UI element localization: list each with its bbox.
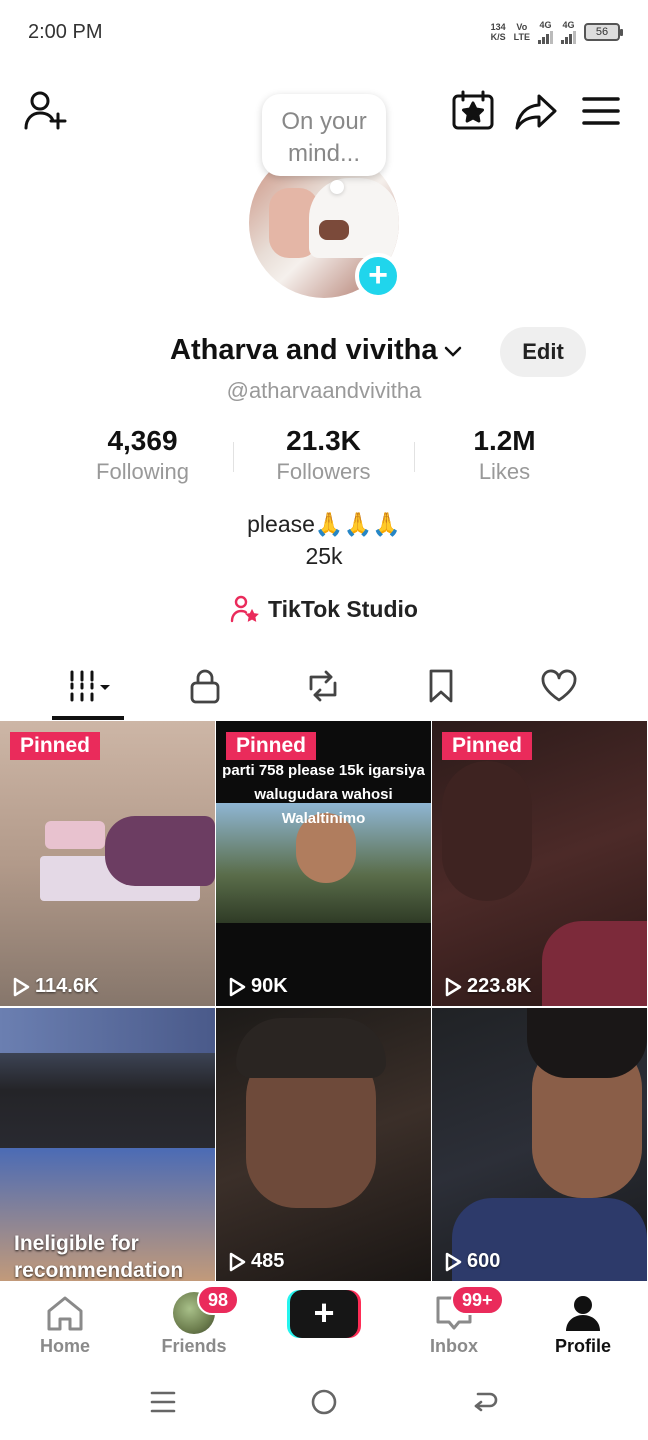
bio-line: 25k xyxy=(305,543,343,569)
status-icons: 134 K/S Vo LTE 4G 4G 56 xyxy=(490,20,623,44)
bio-line: please🙏🙏🙏 xyxy=(247,511,401,537)
tab-liked[interactable] xyxy=(529,664,589,708)
nav-profile[interactable]: Profile xyxy=(538,1291,628,1357)
pinned-badge: Pinned xyxy=(442,732,533,760)
videos-grid-icon xyxy=(70,670,110,702)
home-icon xyxy=(47,1296,83,1331)
play-icon xyxy=(445,1252,462,1271)
profile-tabs xyxy=(0,656,648,720)
nav-home[interactable]: Home xyxy=(20,1291,110,1357)
system-nav-bar xyxy=(0,1363,648,1440)
studio-icon xyxy=(230,595,259,623)
profile-name-text: Atharva and vivitha xyxy=(170,334,438,366)
active-tab-indicator xyxy=(52,716,124,720)
view-count: 600 xyxy=(444,1250,500,1273)
video-thumbnail[interactable]: Ineligible for recommendation xyxy=(0,1008,215,1281)
tab-reposts[interactable] xyxy=(293,664,353,708)
home-circle-icon[interactable] xyxy=(309,1387,339,1417)
person-plus-icon[interactable] xyxy=(22,88,68,134)
profile-stats: 4,369 Following 21.3K Followers 1.2M Lik… xyxy=(52,424,596,486)
thought-bubble[interactable]: On your mind... xyxy=(262,94,386,176)
signal-icon: 4G xyxy=(538,20,553,44)
video-thumbnail[interactable]: Pinned parti 758 please 15k igarsiya wal… xyxy=(216,721,431,1006)
play-icon xyxy=(229,1252,246,1271)
hamburger-menu-icon[interactable] xyxy=(578,88,624,134)
view-count: 223.8K xyxy=(444,975,532,998)
edit-profile-button[interactable]: Edit xyxy=(500,327,586,377)
pinned-badge: Pinned xyxy=(226,732,317,760)
view-count: 485 xyxy=(228,1250,284,1273)
tiktok-studio-link[interactable]: TikTok Studio xyxy=(0,594,648,624)
bio: please🙏🙏🙏 25k xyxy=(0,508,648,572)
volte-indicator: Vo LTE xyxy=(513,22,530,42)
heart-icon xyxy=(541,669,577,702)
stat-following[interactable]: 4,369 Following xyxy=(52,424,233,486)
play-icon xyxy=(445,977,462,996)
signal-icon: 4G xyxy=(561,20,576,44)
back-icon[interactable] xyxy=(470,1387,500,1417)
thought-bubble-tail xyxy=(330,180,344,194)
pinned-badge: Pinned xyxy=(10,732,101,760)
status-time: 2:00 PM xyxy=(28,21,103,43)
share-arrow-icon[interactable] xyxy=(513,88,559,134)
video-thumbnail[interactable]: 600 xyxy=(432,1008,647,1281)
status-bar: 2:00 PM 134 K/S Vo LTE 4G 4G 56 xyxy=(0,0,648,66)
ineligible-label: Ineligible for recommendation xyxy=(14,1232,184,1281)
view-count: 114.6K xyxy=(12,975,98,998)
bookmark-icon xyxy=(429,669,453,703)
video-thumbnail[interactable]: Pinned 223.8K xyxy=(432,721,647,1006)
view-count: 90K xyxy=(228,975,288,998)
repost-icon xyxy=(309,670,337,702)
recent-apps-icon[interactable] xyxy=(148,1387,178,1417)
nav-inbox[interactable]: 99+ Inbox xyxy=(409,1285,504,1357)
lock-icon xyxy=(190,669,220,704)
video-caption: parti 758 please 15k igarsiya walugudara… xyxy=(222,762,425,827)
calendar-star-icon[interactable] xyxy=(450,88,496,134)
play-icon xyxy=(229,977,246,996)
network-speed: 134 K/S xyxy=(490,22,506,42)
battery-icon: 56 xyxy=(584,23,623,41)
plus-icon: + xyxy=(290,1290,358,1338)
video-grid: Pinned 114.6K Pinned parti 758 please 15… xyxy=(0,721,648,1281)
chevron-down-icon xyxy=(444,346,461,357)
play-icon xyxy=(13,977,30,996)
create-button[interactable]: + xyxy=(287,1290,361,1338)
stat-likes[interactable]: 1.2M Likes xyxy=(414,424,595,486)
video-thumbnail[interactable]: Pinned 114.6K xyxy=(0,721,215,1006)
add-avatar-button[interactable]: + xyxy=(355,253,401,299)
friends-badge: 98 xyxy=(197,1285,240,1315)
stat-followers[interactable]: 21.3K Followers xyxy=(233,424,414,486)
nav-friends[interactable]: 98 Friends xyxy=(149,1285,240,1357)
profile-icon xyxy=(566,1296,600,1331)
tab-videos[interactable] xyxy=(60,664,120,708)
bottom-nav: Home 98 Friends + 99+ Inbox Profile xyxy=(0,1281,648,1363)
profile-name[interactable]: Atharva and vivitha xyxy=(170,334,464,367)
video-thumbnail[interactable]: 485 xyxy=(216,1008,431,1281)
profile-handle: @atharvaandvivitha xyxy=(226,378,422,403)
inbox-badge: 99+ xyxy=(451,1285,504,1315)
tab-private[interactable] xyxy=(175,664,235,708)
tab-favorites[interactable] xyxy=(411,664,471,708)
